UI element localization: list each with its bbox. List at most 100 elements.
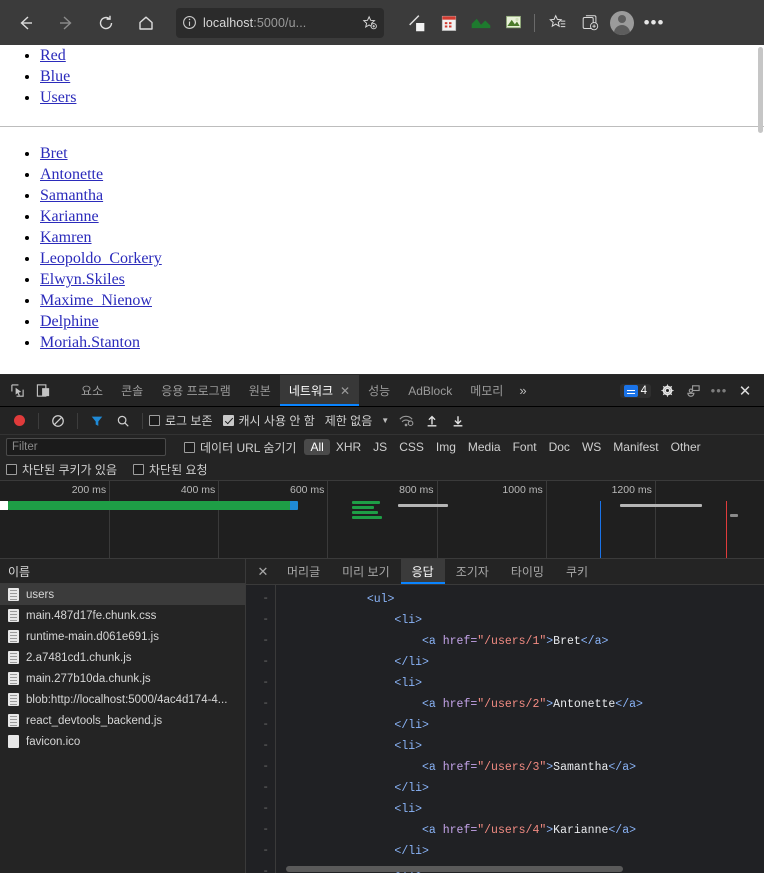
user-link-6[interactable]: Elwyn.Skiles	[40, 271, 125, 288]
hide-data-urls-box[interactable]	[184, 442, 195, 453]
close-devtools-button[interactable]: ✕	[732, 382, 758, 400]
inspect-element-icon[interactable]	[4, 375, 30, 406]
close-tab-icon[interactable]: ✕	[340, 384, 350, 398]
preserve-log-box[interactable]	[149, 415, 160, 426]
filter-type-css[interactable]: CSS	[393, 439, 430, 455]
network-conditions-icon[interactable]	[393, 409, 419, 433]
user-link-8[interactable]: Delphine	[40, 313, 99, 330]
browser-more-menu-button[interactable]: •••	[639, 8, 669, 38]
detail-tab-3[interactable]: 조기자	[445, 559, 500, 584]
devtools-more-options-button[interactable]: •••	[706, 383, 732, 398]
request-row[interactable]: blob:http://localhost:5000/4ac4d174-4...	[0, 689, 245, 710]
nav-link-1[interactable]: Blue	[40, 68, 70, 85]
gear-icon[interactable]	[654, 383, 680, 398]
filter-input[interactable]	[6, 438, 166, 456]
message-count-badge[interactable]: 4	[620, 384, 651, 398]
toggle-device-toolbar-icon[interactable]	[30, 375, 56, 406]
detail-tab-5[interactable]: 쿠키	[555, 559, 599, 584]
user-link-5[interactable]: Leopoldo_Corkery	[40, 250, 162, 267]
request-row[interactable]: main.277b10da.chunk.js	[0, 668, 245, 689]
request-row[interactable]: main.487d17fe.chunk.css	[0, 605, 245, 626]
user-link-7[interactable]: Maxime_Nienow	[40, 292, 152, 309]
filter-type-media[interactable]: Media	[462, 439, 507, 455]
overview-selection-handle[interactable]	[0, 501, 8, 510]
page-scrollbar-thumb[interactable]	[758, 47, 763, 133]
collections-add-icon[interactable]	[575, 8, 605, 38]
disable-cache-checkbox[interactable]: 캐시 사용 안 함	[223, 412, 315, 429]
filter-type-xhr[interactable]: XHR	[330, 439, 367, 455]
blocked-requests-box[interactable]	[133, 464, 144, 475]
filter-type-doc[interactable]: Doc	[543, 439, 576, 455]
collections-pen-icon[interactable]	[402, 8, 432, 38]
reload-button[interactable]	[86, 7, 126, 39]
address-bar[interactable]: localhost:5000/u...	[176, 8, 384, 38]
filter-type-all[interactable]: All	[304, 439, 329, 455]
home-button[interactable]	[126, 7, 166, 39]
devtools-tab-4[interactable]: 네트워크✕	[280, 375, 359, 406]
favorites-star-list-icon[interactable]	[543, 8, 573, 38]
request-row[interactable]: users	[0, 584, 245, 605]
filter-type-font[interactable]: Font	[507, 439, 543, 455]
user-link-3[interactable]: Karianne	[40, 208, 99, 225]
response-code-view[interactable]: ------------------- <ul> <li> <a href="/…	[246, 585, 764, 873]
devtools-tab-6[interactable]: AdBlock	[399, 375, 461, 406]
forward-button[interactable]	[46, 7, 86, 39]
code-line: </li>	[284, 778, 764, 799]
network-overview-timeline[interactable]: 200 ms400 ms600 ms800 ms1000 ms1200 ms	[0, 481, 764, 559]
detail-tab-1[interactable]: 미리 보기	[331, 559, 401, 584]
request-list-header[interactable]: 이름	[0, 559, 245, 584]
devtools-tab-0[interactable]: 요소	[72, 375, 112, 406]
user-link-1[interactable]: Antonette	[40, 166, 103, 183]
record-stop-icon[interactable]	[6, 409, 32, 433]
code-scrollbar-thumb[interactable]	[286, 866, 623, 872]
list-item: Elwyn.Skiles	[40, 269, 764, 290]
profile-avatar-icon[interactable]	[607, 8, 637, 38]
calendar-icon[interactable]	[434, 8, 464, 38]
devices-icon[interactable]	[680, 383, 706, 398]
filter-funnel-icon[interactable]	[84, 409, 110, 433]
image-editor-icon[interactable]	[498, 8, 528, 38]
blocked-requests-checkbox[interactable]: 차단된 요청	[133, 461, 208, 478]
blocked-cookies-box[interactable]	[6, 464, 17, 475]
filter-type-manifest[interactable]: Manifest	[607, 439, 664, 455]
nav-link-0[interactable]: Red	[40, 47, 66, 64]
devtools-tab-2[interactable]: 응용 프로그램	[152, 375, 240, 406]
page-scrollbar[interactable]	[757, 45, 764, 374]
nav-link-2[interactable]: Users	[40, 89, 76, 106]
preserve-log-checkbox[interactable]: 로그 보존	[149, 412, 213, 429]
user-link-2[interactable]: Samantha	[40, 187, 103, 204]
devtools-tab-5[interactable]: 성능	[359, 375, 399, 406]
add-favorite-star-icon[interactable]	[362, 15, 378, 31]
more-tabs-chevron-icon[interactable]: »	[512, 375, 533, 406]
url-path: :5000/u...	[253, 16, 306, 30]
filter-type-img[interactable]: Img	[430, 439, 462, 455]
clear-network-log-icon[interactable]	[45, 409, 71, 433]
devtools-tab-1[interactable]: 콘솔	[112, 375, 152, 406]
hide-data-urls-checkbox[interactable]: 데이터 URL 숨기기	[184, 439, 296, 456]
request-row[interactable]: runtime-main.d061e691.js	[0, 626, 245, 647]
filter-type-other[interactable]: Other	[665, 439, 707, 455]
filter-type-ws[interactable]: WS	[576, 439, 607, 455]
devtools-tab-7[interactable]: 메모리	[461, 375, 512, 406]
import-har-icon[interactable]	[419, 409, 445, 433]
disable-cache-box[interactable]	[223, 415, 234, 426]
throttling-dropdown[interactable]: 제한 없음 ▼	[325, 412, 389, 429]
request-row[interactable]: react_devtools_backend.js	[0, 710, 245, 731]
devtools-tab-3[interactable]: 원본	[240, 375, 280, 406]
code-horizontal-scrollbar[interactable]	[286, 866, 754, 872]
detail-tab-2[interactable]: 응답	[401, 559, 445, 584]
request-row[interactable]: favicon.ico	[0, 731, 245, 752]
user-link-9[interactable]: Moriah.Stanton	[40, 334, 140, 351]
green-shopping-icon[interactable]	[466, 8, 496, 38]
export-har-icon[interactable]	[445, 409, 471, 433]
filter-type-js[interactable]: JS	[367, 439, 393, 455]
blocked-cookies-checkbox[interactable]: 차단된 쿠키가 있음	[6, 461, 117, 478]
detail-tab-0[interactable]: 머리글	[276, 559, 331, 584]
user-link-0[interactable]: Bret	[40, 145, 68, 162]
search-magnifier-icon[interactable]	[110, 409, 136, 433]
request-row[interactable]: 2.a7481cd1.chunk.js	[0, 647, 245, 668]
detail-tab-4[interactable]: 타이밍	[500, 559, 555, 584]
back-button[interactable]	[6, 7, 46, 39]
user-link-4[interactable]: Kamren	[40, 229, 92, 246]
close-detail-button[interactable]: ✕	[250, 559, 276, 584]
